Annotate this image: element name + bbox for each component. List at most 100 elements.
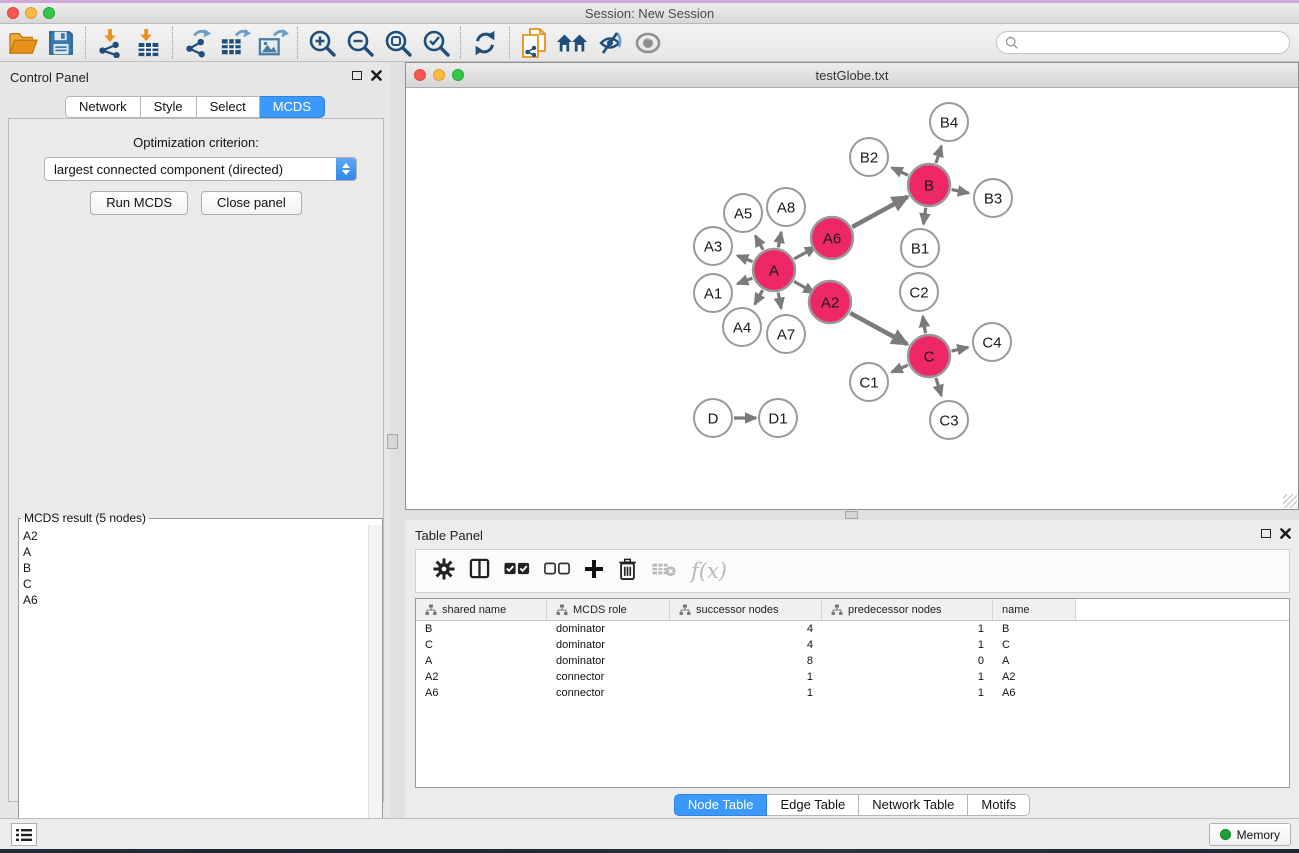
graph-node-A1[interactable]: A1: [694, 274, 732, 312]
column-header-predecessor-nodes[interactable]: predecessor nodes: [822, 599, 993, 620]
result-item[interactable]: A2: [23, 528, 368, 544]
graph-edge-A-A1[interactable]: [737, 278, 752, 284]
graph-node-A8[interactable]: A8: [767, 188, 805, 226]
table-cell[interactable]: connector: [547, 687, 670, 699]
graph-edge-A6-B[interactable]: [852, 197, 907, 227]
search-input[interactable]: [1019, 36, 1289, 50]
graph-node-B1[interactable]: B1: [901, 229, 939, 267]
graph-node-B2[interactable]: B2: [850, 138, 888, 176]
column-header-successor-nodes[interactable]: successor nodes: [670, 599, 822, 620]
graph-node-A7[interactable]: A7: [767, 315, 805, 353]
delete-column-button[interactable]: [618, 558, 637, 585]
refresh-button[interactable]: [466, 26, 504, 60]
table-cell[interactable]: 4: [670, 639, 822, 651]
export-image-button[interactable]: [254, 26, 292, 60]
tab-network[interactable]: Network: [65, 96, 141, 118]
splitter-handle[interactable]: [845, 511, 858, 519]
table-cell[interactable]: A2: [416, 671, 547, 683]
table-cell[interactable]: 1: [822, 623, 993, 635]
search-box[interactable]: [996, 31, 1290, 54]
zoom-in-button[interactable]: [303, 26, 341, 60]
result-scrollbar[interactable]: [368, 525, 382, 850]
table-cell[interactable]: dominator: [547, 639, 670, 651]
graph-node-C[interactable]: C: [908, 335, 950, 377]
splitter-handle[interactable]: [387, 434, 398, 449]
toggle-visibility-button[interactable]: [591, 26, 629, 60]
save-session-button[interactable]: [42, 26, 80, 60]
graph-edge-A-A4[interactable]: [755, 290, 763, 304]
add-column-button[interactable]: [584, 559, 604, 584]
table-cell[interactable]: B: [993, 623, 1076, 635]
zoom-selected-button[interactable]: [417, 26, 455, 60]
graph-edge-A-A3[interactable]: [737, 256, 752, 262]
result-item[interactable]: B: [23, 560, 368, 576]
run-mcds-button[interactable]: Run MCDS: [90, 191, 188, 215]
columns-button[interactable]: [469, 558, 490, 584]
close-panel-icon[interactable]: [371, 70, 382, 81]
network-close-button[interactable]: [414, 69, 426, 81]
table-row[interactable]: Cdominator41C: [416, 637, 1289, 653]
graph-edge-C-C3[interactable]: [936, 378, 942, 396]
graph-edge-B-B2[interactable]: [892, 168, 908, 176]
float-panel-icon[interactable]: [1261, 529, 1271, 538]
table-cell[interactable]: 4: [670, 623, 822, 635]
graph-edge-A-A8[interactable]: [778, 232, 781, 247]
close-panel-button[interactable]: Close panel: [201, 191, 302, 215]
graph-edge-A-A6[interactable]: [794, 247, 816, 259]
select-all-button[interactable]: [504, 562, 530, 580]
zoom-fit-button[interactable]: [379, 26, 417, 60]
graph-edge-A2-C[interactable]: [850, 313, 907, 344]
graph-node-B[interactable]: B: [908, 164, 950, 206]
task-history-button[interactable]: [11, 823, 37, 846]
graph-edge-A-A5[interactable]: [755, 236, 763, 250]
graph-node-A5[interactable]: A5: [724, 194, 762, 232]
table-cell[interactable]: dominator: [547, 655, 670, 667]
table-cell[interactable]: A6: [993, 687, 1076, 699]
tab-network-table[interactable]: Network Table: [859, 794, 968, 816]
maximize-window-button[interactable]: [43, 7, 55, 19]
graph-node-B3[interactable]: B3: [974, 179, 1012, 217]
table-cell[interactable]: 1: [822, 687, 993, 699]
graph-node-D1[interactable]: D1: [759, 399, 797, 437]
graph-node-D[interactable]: D: [694, 399, 732, 437]
graph-edge-C-C4[interactable]: [951, 347, 968, 351]
close-window-button[interactable]: [7, 7, 19, 19]
table-cell[interactable]: A2: [993, 671, 1076, 683]
table-cell[interactable]: 1: [670, 671, 822, 683]
table-cell[interactable]: dominator: [547, 623, 670, 635]
network-canvas[interactable]: B4B2BB3A8A5A6A3B1AC2A1A2A4A7C4CC1DD1C3: [407, 88, 1297, 508]
graph-edge-C-C1[interactable]: [892, 365, 908, 372]
eye-button[interactable]: [629, 26, 667, 60]
table-cell[interactable]: 1: [822, 639, 993, 651]
window-resize-grip[interactable]: [1283, 494, 1297, 508]
tab-edge-table[interactable]: Edge Table: [767, 794, 859, 816]
graph-node-A4[interactable]: A4: [723, 308, 761, 346]
table-row[interactable]: Adominator80A: [416, 653, 1289, 669]
table-cell[interactable]: 1: [670, 687, 822, 699]
column-header-MCDS-role[interactable]: MCDS role: [547, 599, 670, 620]
graph-node-A3[interactable]: A3: [694, 227, 732, 265]
result-item[interactable]: A6: [23, 592, 368, 608]
result-item[interactable]: A: [23, 544, 368, 560]
close-panel-icon[interactable]: [1280, 528, 1291, 539]
column-header-name[interactable]: name: [993, 599, 1076, 620]
graph-edge-B-B1[interactable]: [923, 208, 925, 224]
open-session-button[interactable]: [4, 26, 42, 60]
table-cell[interactable]: A: [993, 655, 1076, 667]
table-cell[interactable]: 0: [822, 655, 993, 667]
table-cell[interactable]: C: [416, 639, 547, 651]
deselect-all-button[interactable]: [544, 562, 570, 580]
table-row[interactable]: Bdominator41B: [416, 621, 1289, 637]
network-minimize-button[interactable]: [433, 69, 445, 81]
import-table-button[interactable]: [129, 26, 167, 60]
result-item[interactable]: C: [23, 576, 368, 592]
tab-select[interactable]: Select: [197, 96, 260, 118]
graph-node-A6[interactable]: A6: [811, 217, 853, 259]
table-cell[interactable]: 1: [822, 671, 993, 683]
table-cell[interactable]: B: [416, 623, 547, 635]
export-table-button[interactable]: [216, 26, 254, 60]
gear-button[interactable]: [433, 558, 455, 585]
tab-style[interactable]: Style: [141, 96, 197, 118]
graph-edge-C-C2[interactable]: [923, 316, 926, 333]
graph-edge-B-B3[interactable]: [952, 190, 969, 193]
